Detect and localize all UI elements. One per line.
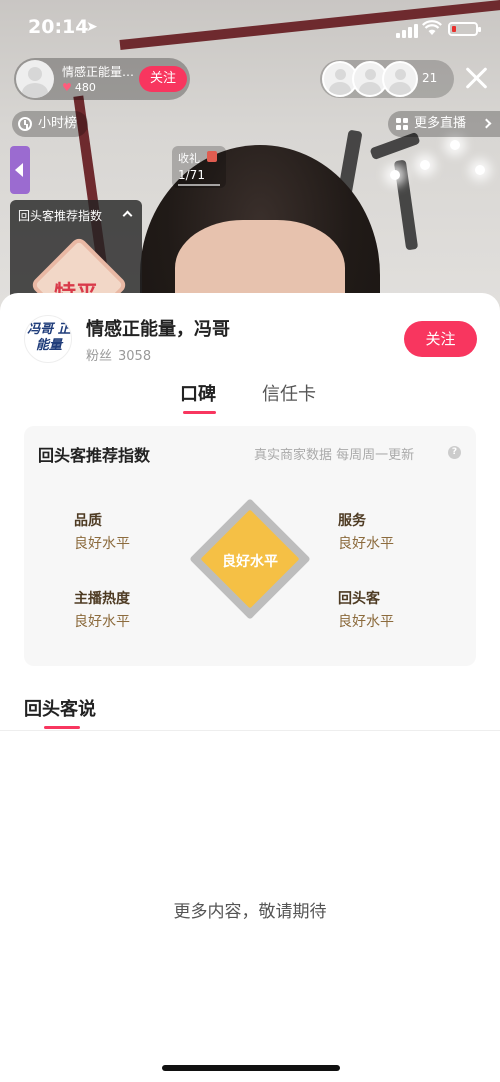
shop-logo[interactable]: 冯哥 正能量 [24, 315, 72, 363]
reputation-sheet: 冯哥 正能量 情感正能量，冯哥 粉丝 3058 关注 口碑 信任卡 回头客推荐指数… [0, 293, 500, 1082]
gift-label: 收礼 [178, 152, 200, 165]
grid-icon [396, 118, 408, 130]
close-icon[interactable] [460, 62, 492, 94]
gift-counter[interactable]: 收礼 1/71 [172, 146, 226, 188]
index-card-title: 回头客推荐指数 [38, 446, 151, 465]
metric-level: 良好水平 [74, 536, 130, 552]
clock-icon [18, 117, 32, 131]
gift-progress-line [178, 184, 220, 186]
tab-trust-card[interactable]: 信任卡 [262, 380, 316, 406]
section-tab-indicator [44, 726, 80, 729]
wifi-icon [422, 20, 442, 35]
active-tab-indicator [183, 411, 216, 414]
metric-repeat-customer: 回头客 良好水平 [338, 588, 394, 631]
host-avatar[interactable] [16, 60, 54, 98]
repeat-customer-mini-card[interactable]: 回头客推荐指数 特平 [10, 200, 142, 300]
metric-level: 良好水平 [338, 614, 394, 630]
rating-diamond-label: 良好水平 [222, 554, 278, 570]
host-likes: ♥ 480 [62, 81, 96, 94]
host-name: 情感正能量… [62, 65, 135, 79]
viewer-avatar[interactable] [382, 61, 418, 97]
metric-level: 良好水平 [338, 536, 394, 552]
signal-icon [396, 24, 418, 38]
ceiling-lights [380, 130, 490, 200]
index-card-note: 真实商家数据 每周周一更新 [254, 448, 415, 463]
gift-icon [207, 151, 217, 162]
metric-name: 服务 [338, 513, 366, 529]
chevron-right-icon [481, 118, 492, 129]
tab-reputation[interactable]: 口碑 [180, 380, 216, 406]
host-follow-button[interactable]: 关注 [139, 66, 187, 92]
more-live-button[interactable]: 更多直播 [388, 111, 500, 137]
side-drawer-tab[interactable] [10, 146, 30, 194]
fans-value: 3058 [118, 349, 152, 364]
viewer-count[interactable]: 21 [422, 71, 437, 85]
shop-logo-text: 冯哥 正能量 [27, 322, 71, 353]
recommendation-index-card: 回头客推荐指数 真实商家数据 每周周一更新 ? 品质 良好水平 服务 良好水平 … [24, 426, 476, 666]
help-icon[interactable]: ? [448, 446, 461, 459]
metric-name: 回头客 [338, 591, 380, 607]
mini-card-title: 回头客推荐指数 [18, 209, 103, 223]
section-divider [0, 730, 500, 731]
shop-name: 情感正能量，冯哥 [86, 319, 230, 340]
heart-icon: ♥ [62, 81, 72, 94]
metric-level: 良好水平 [74, 614, 130, 630]
battery-icon [448, 22, 481, 36]
status-time: 20:14 [28, 16, 89, 38]
fans-count: 粉丝 3058 [86, 345, 151, 364]
gift-value: 1/71 [178, 168, 205, 182]
status-bar: 20:14 ➤ [0, 0, 500, 60]
location-arrow-icon: ➤ [86, 19, 98, 35]
follow-button[interactable]: 关注 [404, 321, 477, 357]
metric-service: 服务 良好水平 [338, 510, 394, 553]
empty-placeholder: 更多内容，敬请期待 [173, 902, 327, 922]
fans-label: 粉丝 [86, 349, 113, 364]
repeat-customer-says-title[interactable]: 回头客说 [24, 695, 96, 721]
host-info-pill[interactable]: 情感正能量… ♥ 480 关注 [14, 58, 190, 100]
hour-rank-label: 小时榜 [38, 116, 78, 131]
host-likes-count: 480 [74, 81, 96, 94]
viewer-list[interactable]: 21 [320, 60, 454, 98]
more-live-label: 更多直播 [414, 116, 467, 131]
hour-rank-button[interactable]: 小时榜 [12, 111, 88, 137]
metric-name: 品质 [74, 513, 102, 529]
metric-name: 主播热度 [74, 591, 130, 607]
metric-host-popularity: 主播热度 良好水平 [74, 588, 130, 631]
chevron-up-icon[interactable] [122, 210, 133, 221]
metric-quality: 品质 良好水平 [74, 510, 130, 553]
home-indicator[interactable] [162, 1065, 340, 1071]
